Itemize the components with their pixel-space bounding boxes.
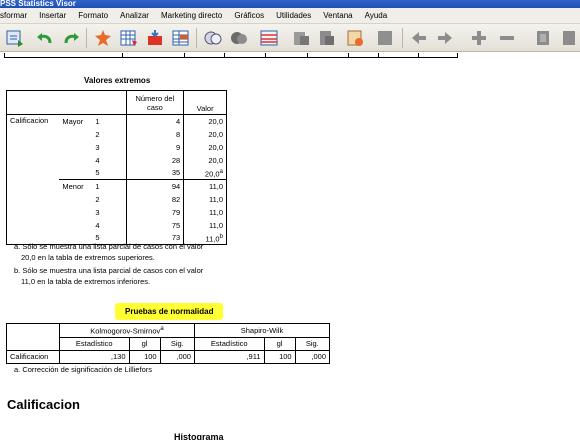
goto-data-icon[interactable] [92,27,114,49]
value-cell: 11,0 [183,205,227,219]
rank-cell: 2 [95,129,100,139]
value-cell: 100 [128,349,161,364]
value-cell: 20,0 [183,127,227,141]
value-cell: ,000 [294,349,331,364]
collapse-minus-icon[interactable] [496,27,518,49]
extremes-title: Valores extremos [84,76,151,85]
toolbar-separator [402,28,403,48]
group-label: Menor [59,179,93,193]
col-header: Sig. [159,336,195,351]
section-title: Calificacion [7,397,80,412]
redo-icon[interactable] [60,27,82,49]
value-cell: 20,0 [183,140,227,154]
menu-format[interactable]: Formato [72,11,114,20]
rank-cell: 3 [95,142,100,152]
ks-header: Kolmogorov-Smirnova [59,323,195,338]
rank-cell: 1 [92,179,127,193]
export-icon[interactable] [290,27,312,49]
select-cases-icon[interactable] [170,27,192,49]
case-cell: 82 [125,192,184,206]
dark-circle-icon[interactable] [228,27,250,49]
case-cell: 9 [125,140,184,154]
value-cell: 11,0 [183,179,227,193]
menu-graphs[interactable]: Gráficos [228,11,270,20]
empty-corner [6,323,60,337]
case-cell: 94 [125,179,184,193]
menu-bar: sformar Insertar Formato Analizar Market… [0,8,580,24]
menu-utilities[interactable]: Utilidades [270,11,317,20]
sw-header: Shapiro-Wilk [193,323,331,338]
value-cell: ,130 [59,349,130,364]
edit-icon[interactable] [344,27,366,49]
footnote-marker: a [219,167,223,175]
case-cell: 35 [125,166,184,180]
hide-icon[interactable] [558,27,580,49]
variable-label: Calificacion [6,114,60,128]
toolbar-separator [86,28,87,48]
value-cell: 20,0 [183,153,227,167]
variables-icon[interactable] [144,27,166,49]
expand-plus-icon[interactable] [468,27,490,49]
col-value-header: Valor [183,90,227,115]
output-pane: Valores extremos Número del caso Valor C… [0,53,580,440]
extremes-footnote-b: b. Sólo se muestra una lista parcial de … [14,266,204,286]
col-header: gl [128,336,161,351]
designate-window-icon[interactable] [316,27,338,49]
rank-cell: 4 [95,155,100,165]
open-output-icon[interactable] [4,27,26,49]
col-header: Sig. [294,336,331,351]
menu-direct-marketing[interactable]: Marketing directo [155,11,228,20]
normality-title: Pruebas de normalidad [115,303,224,320]
col-header: Estadístico [59,336,130,351]
back-arrow-icon[interactable] [408,27,430,49]
case-cell: 4 [125,114,184,128]
value-cell: ,911 [193,349,265,364]
toolbar-separator [196,28,197,48]
col-header: gl [263,336,296,351]
extremes-footnote-a: a. Sólo se muestra una lista parcial de … [14,242,204,262]
previous-table-bottom [4,53,458,58]
col-case-header: Número del caso [125,90,184,115]
circle-icon[interactable] [202,27,224,49]
case-cell: 75 [125,218,184,232]
menu-analyze[interactable]: Analizar [114,11,155,20]
menu-window[interactable]: Ventana [317,11,358,20]
normality-table: Kolmogorov-Smirnova Shapiro-Wilk Estadís… [6,323,331,364]
case-cell: 28 [125,153,184,167]
value-cell: 11,0 [183,192,227,206]
case-cell: 79 [125,205,184,219]
extremes-table: Número del caso Valor Calificacion Mayor… [6,90,227,245]
menu-insert[interactable]: Insertar [33,11,72,20]
histogram-title: Histograma [174,432,224,440]
undo-icon[interactable] [34,27,56,49]
pivot-icon[interactable] [258,27,280,49]
value-cell: 100 [263,349,296,364]
rank-cell: 1 [92,114,127,128]
menu-help[interactable]: Ayuda [359,11,394,20]
toolbar [0,24,580,52]
rank-cell: 2 [95,194,100,204]
rank-cell: 3 [95,207,100,217]
value-cell: 20,0a [183,166,227,180]
window-title: PSS Statistics Visor [0,0,76,8]
col-header: Estadístico [193,336,265,351]
rank-cell: 5 [95,168,100,178]
value-cell: ,000 [159,349,195,364]
normality-footnote: a. Corrección de significación de Lillie… [14,365,152,374]
disabled-icon[interactable] [374,27,396,49]
goto-case-icon[interactable] [118,27,140,49]
window-title-bar: PSS Statistics Visor [0,0,580,8]
rank-cell: 4 [95,220,100,230]
menu-transform[interactable]: sformar [0,11,33,20]
group-label: Mayor [59,114,93,128]
value-cell: 20,0 [183,114,227,128]
value-cell: 11,0 [183,218,227,232]
case-cell: 8 [125,127,184,141]
forward-arrow-icon[interactable] [434,27,456,49]
footnote-marker: b [219,232,223,240]
row-label: Calificacion [6,349,60,364]
show-icon[interactable] [532,27,554,49]
